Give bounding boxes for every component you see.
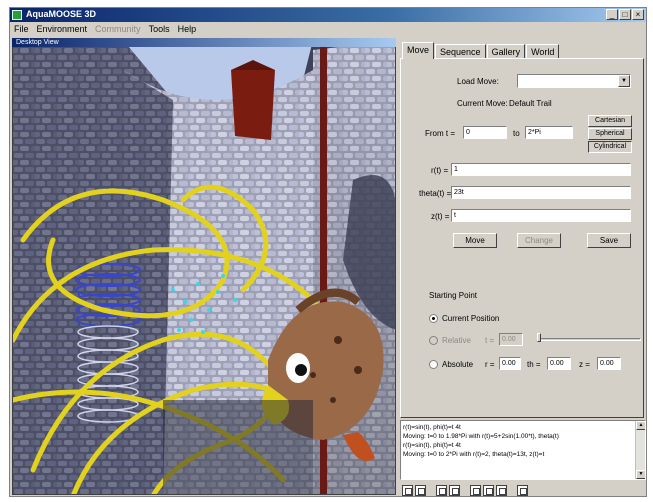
app-icon bbox=[12, 10, 22, 20]
abs-z-label: z = bbox=[579, 360, 590, 369]
menu-community[interactable]: Community bbox=[95, 24, 141, 34]
menu-help[interactable]: Help bbox=[178, 24, 197, 34]
current-move-value: Default Trail bbox=[509, 99, 552, 108]
r-t-input[interactable]: 1 bbox=[451, 163, 631, 176]
console-log[interactable]: r(t)=sin(t), phi(t)=t 4t Moving: t=0 to … bbox=[400, 420, 646, 480]
chevron-down-icon[interactable]: ▼ bbox=[618, 75, 630, 87]
abs-r-label: r = bbox=[485, 360, 495, 369]
title-bar[interactable]: AquaMOOSE 3D _ □ × bbox=[10, 8, 646, 22]
from-t-input[interactable]: 0 bbox=[463, 126, 507, 139]
camera-front-icon[interactable] bbox=[436, 485, 447, 496]
3d-viewport[interactable] bbox=[12, 39, 396, 495]
settings-icon[interactable] bbox=[517, 485, 528, 496]
change-button[interactable]: Change bbox=[517, 233, 561, 248]
relative-slider-track[interactable] bbox=[537, 338, 641, 341]
minimize-button[interactable]: _ bbox=[606, 9, 618, 20]
move-button[interactable]: Move bbox=[453, 233, 497, 248]
panel-tabs: Move Sequence Gallery World bbox=[402, 42, 560, 59]
viewport-label: Desktop View bbox=[12, 38, 396, 47]
to-t-input[interactable]: 2*Pi bbox=[525, 126, 573, 139]
abs-r-input[interactable]: 0.00 bbox=[499, 357, 521, 370]
z-t-label: z(t) = bbox=[431, 212, 450, 221]
scroll-up-icon[interactable]: ▲ bbox=[636, 421, 645, 430]
control-panel: Move Sequence Gallery World Load Move: ▼… bbox=[398, 38, 646, 423]
spherical-button[interactable]: Spherical bbox=[588, 128, 632, 140]
current-move-label: Current Move: bbox=[457, 99, 508, 108]
relative-label: Relative bbox=[442, 336, 471, 345]
relative-t-label: t = bbox=[485, 336, 495, 345]
console-line: Moving: t=0 to 2*Pi with r(t)=2, theta(t… bbox=[403, 451, 545, 458]
console-line: r(t)=sin(t), phi(t)=t 4t bbox=[403, 442, 461, 449]
absolute-radio[interactable] bbox=[429, 360, 438, 369]
rotate-icon[interactable] bbox=[496, 485, 507, 496]
menu-bar: File Environment Community Tools Help bbox=[10, 22, 646, 35]
window-title: AquaMOOSE 3D bbox=[26, 9, 97, 19]
current-position-radio[interactable] bbox=[429, 314, 438, 323]
load-move-label: Load Move: bbox=[457, 77, 499, 86]
z-t-input[interactable]: t bbox=[451, 209, 631, 222]
zoom-out-icon[interactable] bbox=[483, 485, 494, 496]
3d-scene bbox=[13, 40, 395, 494]
console-line: r(t)=sin(t), phi(t)=t 4t bbox=[403, 424, 461, 431]
tab-sequence[interactable]: Sequence bbox=[435, 44, 486, 59]
camera-side-icon[interactable] bbox=[449, 485, 460, 496]
save-button[interactable]: Save bbox=[587, 233, 631, 248]
relative-t-input[interactable]: 0.00 bbox=[499, 333, 523, 346]
tab-world[interactable]: World bbox=[526, 44, 560, 59]
menu-environment[interactable]: Environment bbox=[37, 24, 88, 34]
cylindrical-button[interactable]: Cylindrical bbox=[588, 141, 632, 153]
from-t-label: From t = bbox=[425, 129, 456, 138]
r-t-label: r(t) = bbox=[431, 166, 449, 175]
tab-gallery[interactable]: Gallery bbox=[486, 44, 526, 59]
relative-slider-thumb[interactable] bbox=[537, 333, 541, 342]
close-button[interactable]: × bbox=[632, 9, 644, 20]
view-toolbar bbox=[402, 485, 528, 496]
to-t-label: to bbox=[513, 129, 520, 138]
maximize-button[interactable]: □ bbox=[619, 9, 631, 20]
theta-t-input[interactable]: 23t bbox=[451, 186, 631, 199]
current-position-label: Current Position bbox=[442, 314, 500, 323]
theta-t-label: theta(t) = bbox=[419, 189, 452, 198]
relative-radio[interactable] bbox=[429, 336, 438, 345]
absolute-label: Absolute bbox=[442, 360, 474, 369]
tab-move[interactable]: Move bbox=[402, 42, 435, 59]
scroll-down-icon[interactable]: ▼ bbox=[636, 470, 645, 479]
console-scrollbar[interactable]: ▲ ▼ bbox=[635, 421, 645, 479]
starting-point-label: Starting Point bbox=[429, 291, 478, 300]
menu-file[interactable]: File bbox=[14, 24, 29, 34]
abs-th-label: th = bbox=[527, 360, 541, 369]
app-window: AquaMOOSE 3D _ □ × File Environment Comm… bbox=[9, 7, 647, 497]
load-move-select[interactable]: ▼ bbox=[517, 74, 631, 88]
menu-tools[interactable]: Tools bbox=[149, 24, 170, 34]
view-split-icon[interactable] bbox=[415, 485, 426, 496]
move-tab-body: Load Move: ▼ Current Move: Default Trail… bbox=[400, 58, 644, 418]
console-line: Moving: t=0 to 1.98*Pi with r(t)=5+2sin(… bbox=[403, 433, 559, 440]
abs-th-input[interactable]: 0.00 bbox=[547, 357, 571, 370]
cartesian-button[interactable]: Cartesian bbox=[588, 115, 632, 127]
zoom-in-icon[interactable] bbox=[470, 485, 481, 496]
abs-z-input[interactable]: 0.00 bbox=[597, 357, 621, 370]
view-single-icon[interactable] bbox=[402, 485, 413, 496]
load-move-value bbox=[518, 78, 520, 85]
